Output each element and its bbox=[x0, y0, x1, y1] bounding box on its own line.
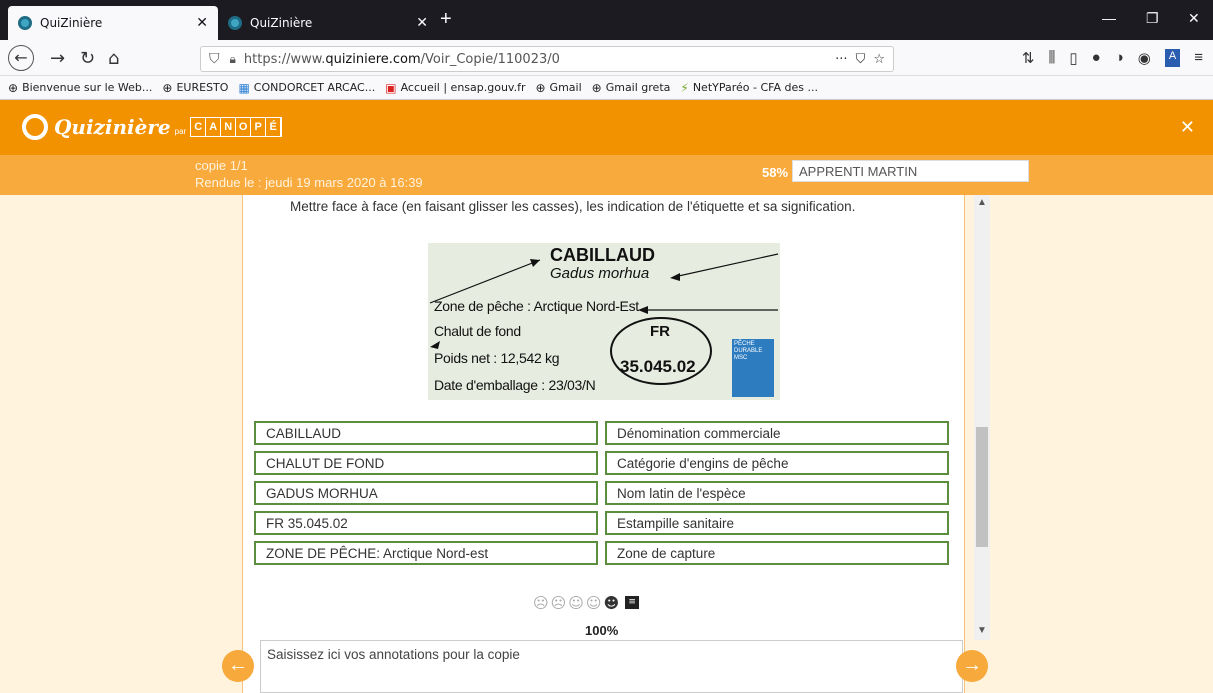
forward-button[interactable]: → bbox=[50, 48, 65, 69]
extension-icon[interactable]: ● bbox=[1092, 49, 1101, 67]
lock-icon[interactable]: 🔒︎ bbox=[230, 52, 236, 67]
question-instruction: Mettre face à face (en faisant glisser l… bbox=[290, 199, 856, 214]
url-bar[interactable]: ⛉ 🔒︎ https://www.quiziniere.com/Voir_Cop… bbox=[200, 46, 894, 72]
scrollbar[interactable]: ▲ ▼ bbox=[974, 195, 990, 640]
q-logo-icon bbox=[22, 114, 48, 140]
annotation-input[interactable]: Saisissez ici vos annotations pour la co… bbox=[260, 640, 963, 693]
copy-header: copie 1/1 Rendue le : jeudi 19 mars 2020… bbox=[0, 155, 1213, 195]
label-estampille: 35.045.02 bbox=[620, 357, 696, 376]
shield-icon[interactable]: ⛉ bbox=[209, 51, 220, 67]
smile-icon[interactable]: ☺ bbox=[586, 594, 602, 612]
pair-left-item[interactable]: CABILLAUD bbox=[254, 421, 598, 445]
quiziniere-favicon-icon bbox=[228, 16, 242, 30]
scroll-up-icon[interactable]: ▲ bbox=[977, 197, 987, 208]
home-button[interactable]: ⌂ bbox=[108, 48, 119, 69]
quiziniere-favicon-icon bbox=[18, 16, 32, 30]
tab-title: QuiZinière bbox=[250, 16, 313, 30]
page-actions-icon[interactable]: ··· bbox=[835, 52, 847, 67]
browser-navbar: ← → ↻ ⌂ ⛉ 🔒︎ https://www.quiziniere.com/… bbox=[0, 40, 1213, 76]
pair-left-item[interactable]: ZONE DE PÊCHE: Arctique Nord-est bbox=[254, 541, 598, 565]
comment-icon[interactable]: ≡ bbox=[625, 596, 640, 609]
close-icon[interactable]: ✕ bbox=[416, 15, 428, 31]
student-name: APPRENTI MARTIN bbox=[792, 160, 1029, 182]
toolbar-icons: ⇅ ⫼ ▯ ● ◑ ◉ A ≡ bbox=[1022, 49, 1203, 67]
menu-icon[interactable]: ≡ bbox=[1194, 49, 1203, 67]
globe-icon: ⊕ bbox=[591, 80, 602, 95]
account-icon[interactable]: ◉ bbox=[1138, 49, 1151, 67]
next-arrow-button[interactable]: → bbox=[956, 650, 988, 682]
new-tab-button[interactable]: + bbox=[440, 8, 452, 31]
pair-right-item[interactable]: Zone de capture bbox=[605, 541, 949, 565]
bookmark-item[interactable]: ▦ CONDORCET ARCAC... bbox=[238, 81, 375, 95]
library-icon[interactable]: ⫼ bbox=[1049, 49, 1056, 67]
tab-quiziniere-2[interactable]: QuiZinière ✕ bbox=[218, 6, 438, 40]
pair-right-item[interactable]: Catégorie d'engins de pêche bbox=[605, 451, 949, 475]
globe-icon: ⊕ bbox=[535, 80, 546, 95]
very-happy-icon[interactable]: ☻ bbox=[604, 594, 620, 612]
sidebar-icon[interactable]: ▯ bbox=[1069, 49, 1077, 67]
window-close-icon[interactable]: ✕ bbox=[1188, 10, 1200, 27]
close-icon[interactable]: ✕ bbox=[196, 15, 208, 31]
fish-label-image: CABILLAUD Gadus morhua Zone de pêche : A… bbox=[428, 243, 780, 400]
score-percent: 58% bbox=[762, 165, 789, 180]
label-date: Date d'emballage : 23/03/N bbox=[434, 377, 596, 393]
quiziniere-logo: Quizinière par CANOPÉ bbox=[22, 114, 283, 140]
label-zone: Zone de pêche : Arctique Nord-Est bbox=[434, 298, 639, 314]
label-poids: Poids net : 12,542 kg bbox=[434, 350, 560, 366]
bookmark-item[interactable]: ⚡ NetYParéo - CFA des ... bbox=[680, 81, 818, 95]
bookmark-item[interactable]: ⊕ Gmail bbox=[535, 81, 581, 95]
restore-icon[interactable]: ❐ bbox=[1146, 10, 1159, 27]
scrollbar-thumb[interactable] bbox=[976, 427, 988, 547]
bookmarks-bar: ⊕ Bienvenue sur le Web... ⊕ EURESTO ▦ CONDO… bbox=[0, 76, 1213, 100]
label-fr: FR bbox=[650, 323, 670, 340]
browser-tab-bar: QuiZinière ✕ QuiZinière ✕ + — ❐ ✕ bbox=[0, 0, 1213, 40]
pair-right-item[interactable]: Dénomination commerciale bbox=[605, 421, 949, 445]
app-header: Quizinière par CANOPÉ ✕ bbox=[0, 100, 1213, 155]
pair-left-item[interactable]: GADUS MORHUA bbox=[254, 481, 598, 505]
bookmark-item[interactable]: ⊕ Bienvenue sur le Web... bbox=[8, 81, 152, 95]
back-button[interactable]: ← bbox=[8, 45, 34, 71]
copy-info: copie 1/1 Rendue le : jeudi 19 mars 2020… bbox=[195, 158, 423, 190]
left-margin bbox=[0, 195, 242, 693]
app-close-icon[interactable]: ✕ bbox=[1180, 117, 1195, 138]
neutral-icon[interactable]: ☺ bbox=[568, 594, 584, 612]
pocket-icon[interactable]: ⛉ bbox=[856, 52, 866, 67]
bookmark-item[interactable]: ▣ Accueil | ensap.gouv.fr bbox=[385, 81, 525, 95]
url-text: https://www.quiziniere.com/Voir_Copie/11… bbox=[243, 51, 560, 67]
right-margin bbox=[965, 195, 1213, 693]
bookmark-item[interactable]: ⊕ Gmail greta bbox=[592, 81, 671, 95]
extension-a-icon[interactable]: A bbox=[1164, 49, 1181, 67]
extension2-icon[interactable]: ◑ bbox=[1115, 49, 1124, 67]
pair-left-item[interactable]: FR 35.045.02 bbox=[254, 511, 598, 535]
very-sad-icon[interactable]: ☹ bbox=[533, 594, 549, 612]
scroll-down-icon[interactable]: ▼ bbox=[977, 625, 987, 636]
label-engin: Chalut de fond bbox=[434, 323, 521, 339]
globe-icon: ⊕ bbox=[8, 80, 19, 95]
bookmark-item[interactable]: ⊕ EURESTO bbox=[162, 81, 228, 95]
msc-logo: PÊCHE DURABLE MSC bbox=[732, 339, 774, 397]
netypareo-icon: ⚡ bbox=[680, 80, 689, 95]
previous-arrow-button[interactable]: ← bbox=[222, 650, 254, 682]
pair-right-item[interactable]: Estampille sanitaire bbox=[605, 511, 949, 535]
label-name: CABILLAUD bbox=[550, 245, 655, 265]
question-score: 100% bbox=[585, 623, 619, 638]
minimize-icon[interactable]: — bbox=[1102, 10, 1116, 26]
pair-left-item[interactable]: CHALUT DE FOND bbox=[254, 451, 598, 475]
rating-smileys: ☹ ☹ ☺ ☺ ☻ ≡ bbox=[533, 594, 640, 612]
flag-icon: ▣ bbox=[385, 80, 397, 95]
bookmark-star-icon[interactable]: ☆ bbox=[873, 52, 885, 67]
pair-right-item[interactable]: Nom latin de l'espèce bbox=[605, 481, 949, 505]
tab-quiziniere-1[interactable]: QuiZinière ✕ bbox=[8, 6, 218, 40]
sad-icon[interactable]: ☹ bbox=[551, 594, 567, 612]
reload-button[interactable]: ↻ bbox=[80, 48, 95, 69]
label-latin: Gadus morhua bbox=[550, 265, 650, 282]
tab-title: QuiZinière bbox=[40, 16, 103, 30]
globe-icon: ⊕ bbox=[162, 80, 173, 95]
translate-icon[interactable]: ⇅ bbox=[1022, 49, 1035, 67]
canope-logo: CANOPÉ bbox=[190, 117, 283, 137]
calendar-icon: ▦ bbox=[238, 80, 250, 95]
